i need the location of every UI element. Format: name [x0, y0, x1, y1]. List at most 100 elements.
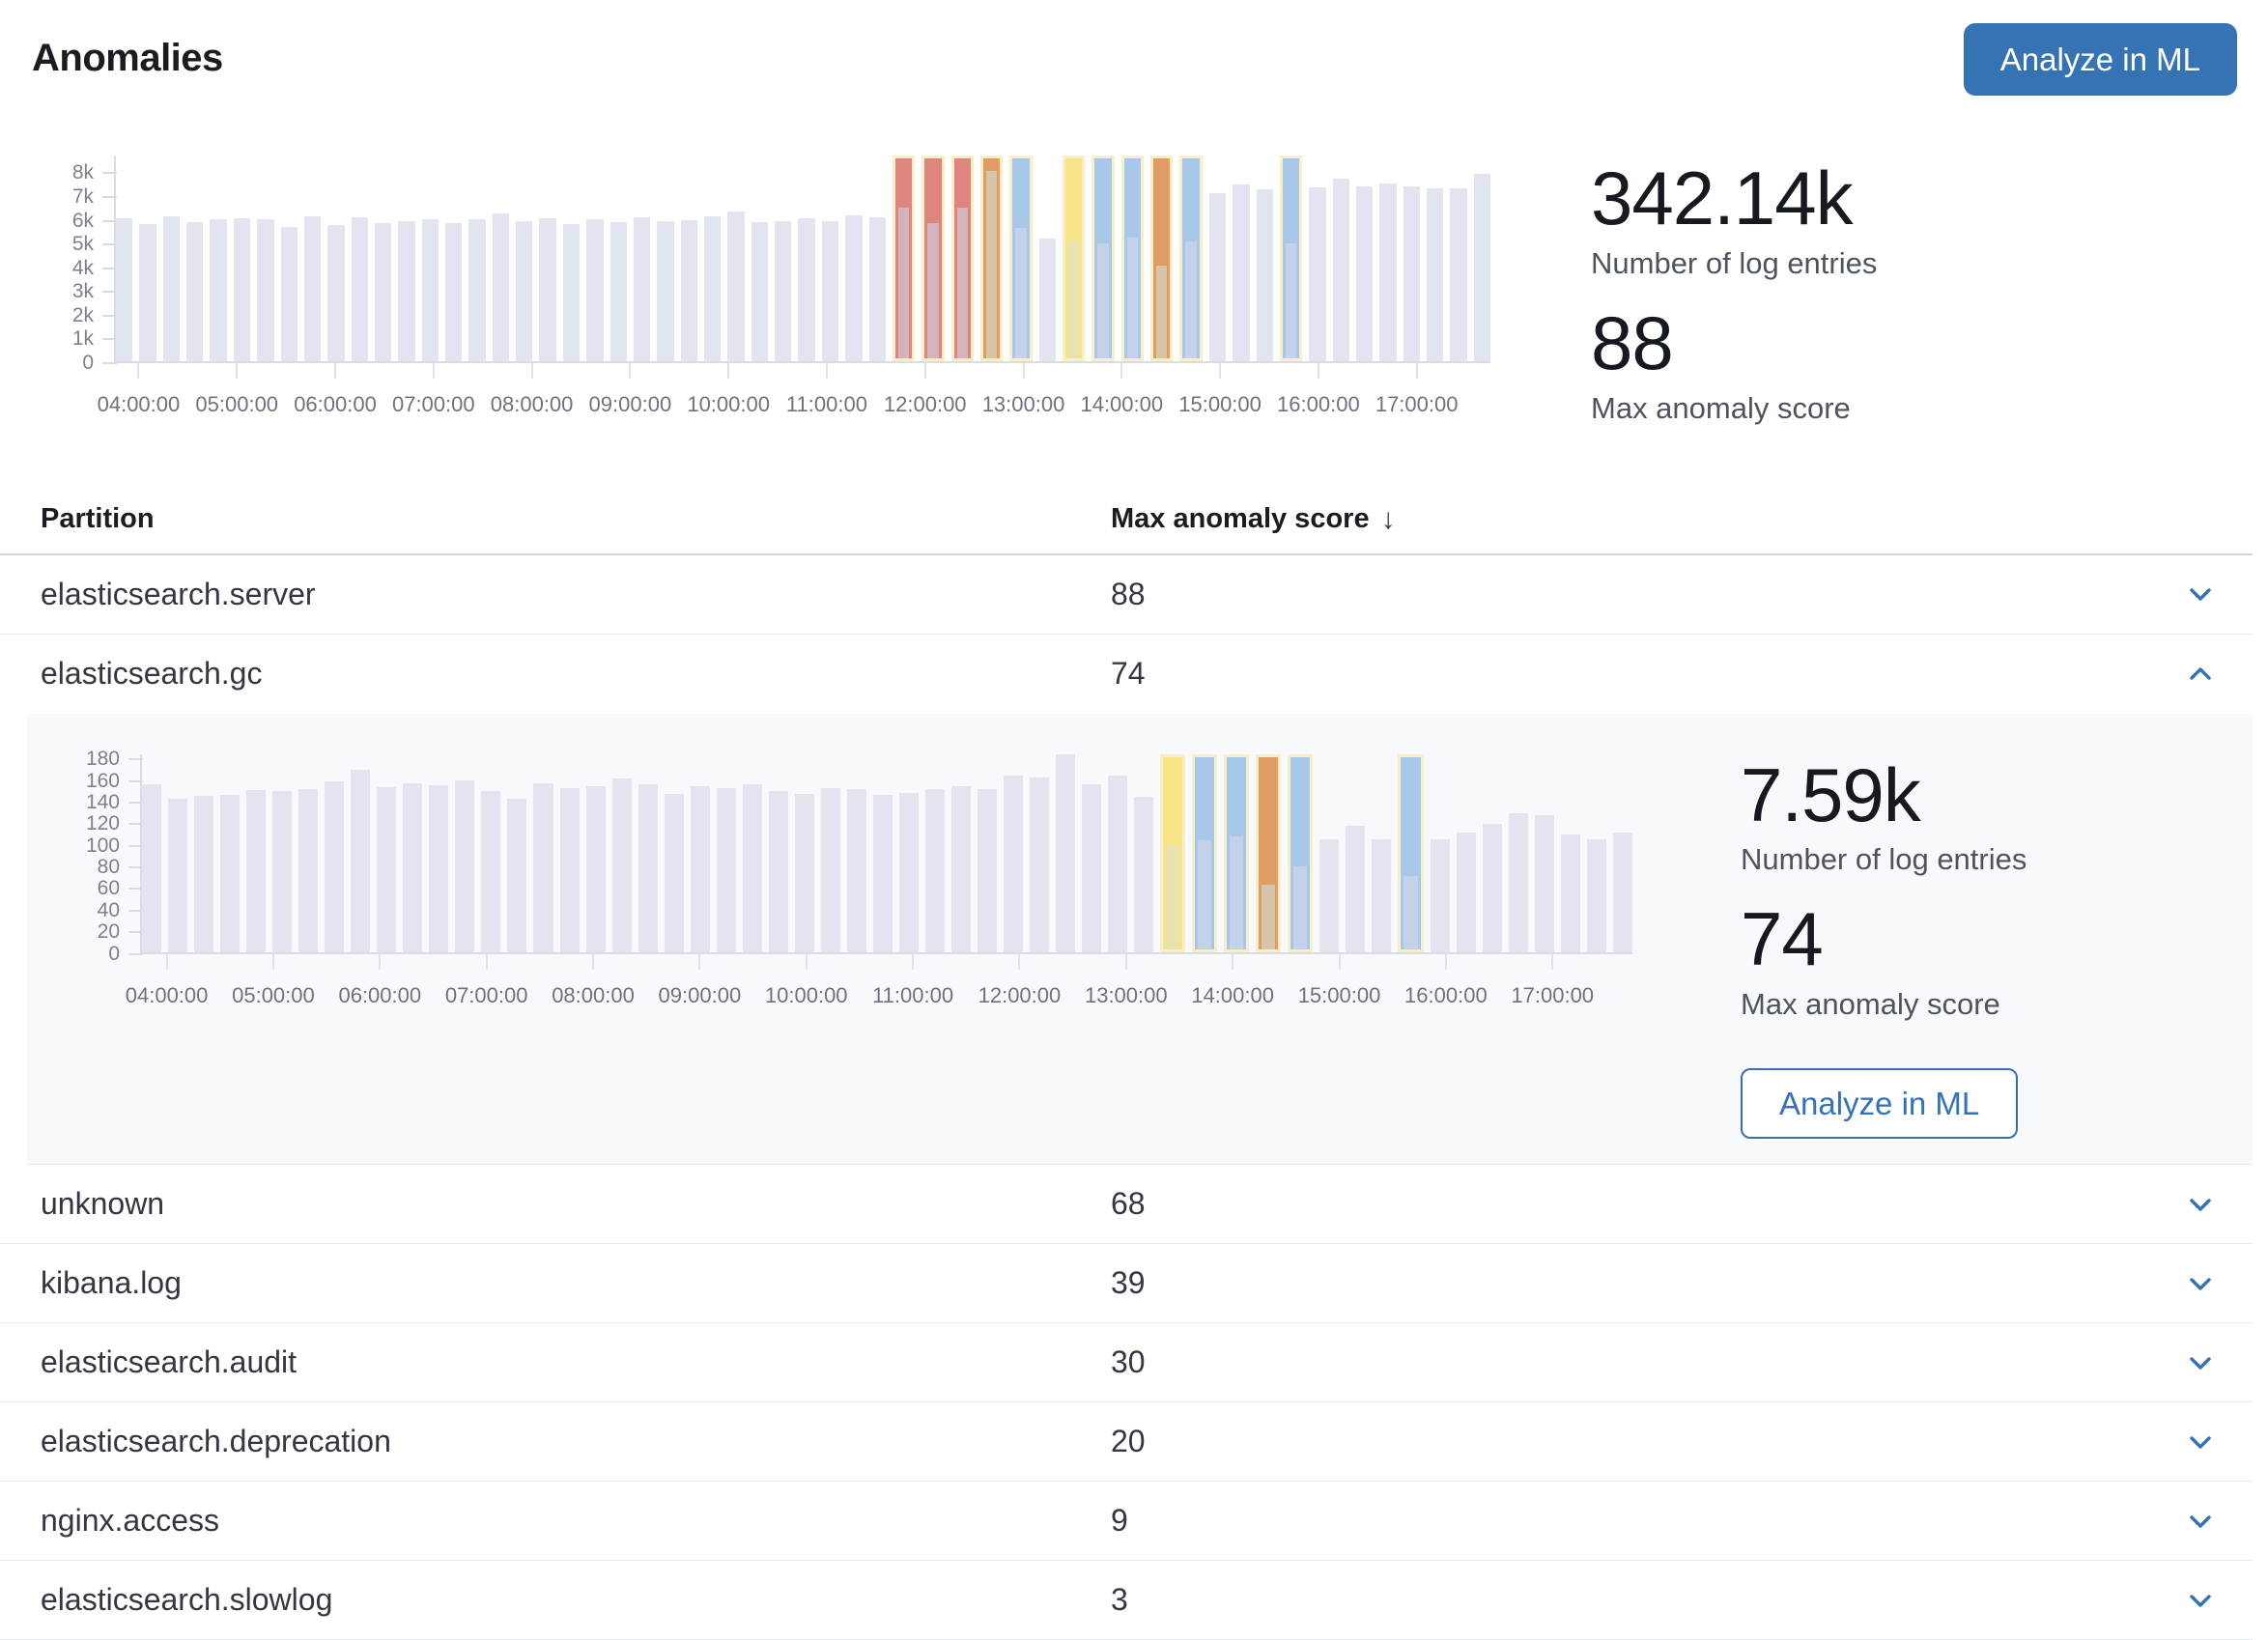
anomaly-bar-orange[interactable]	[1150, 156, 1173, 361]
collapse-row-button[interactable]	[2185, 659, 2216, 690]
histogram-bar	[1309, 156, 1325, 361]
x-tick-label: 10:00:00	[687, 392, 770, 417]
histogram-bar	[1356, 156, 1373, 361]
bar-fill	[634, 217, 650, 361]
expand-row-button[interactable]	[2185, 1506, 2216, 1537]
bar-fill	[1561, 834, 1580, 952]
y-tick-label: 1k	[72, 327, 117, 351]
bar-fill	[899, 793, 919, 952]
anomaly-bar-red[interactable]	[951, 156, 974, 361]
anomaly-bar-blue[interactable]	[1179, 156, 1202, 361]
x-tick	[1339, 954, 1341, 970]
chevron-cell	[2177, 1427, 2253, 1457]
anomaly-bar-blue[interactable]	[1398, 754, 1423, 952]
expand-row-button[interactable]	[2185, 1268, 2216, 1299]
histogram-bar	[468, 156, 485, 361]
bar-fill	[516, 221, 532, 361]
anomaly-bar-yellow[interactable]	[1160, 754, 1185, 952]
bar-fill	[951, 786, 971, 952]
bar-fill	[481, 791, 500, 951]
x-tick	[236, 363, 238, 379]
expand-row-button[interactable]	[2185, 1585, 2216, 1616]
partition-name: elasticsearch.slowlog	[41, 1582, 1111, 1618]
summary-stats: 342.14k Number of log entries 88 Max ano…	[1591, 156, 1877, 447]
x-tick	[1023, 363, 1025, 379]
table-row-unknown[interactable]: unknown68	[0, 1165, 2253, 1244]
table-row-elasticsearch.gc[interactable]: elasticsearch.gc74	[0, 635, 2253, 714]
anomaly-bar-blue[interactable]	[1121, 156, 1144, 361]
anomaly-bar-blue[interactable]	[1009, 156, 1032, 361]
anomaly-bar-blue[interactable]	[1091, 156, 1114, 361]
anomaly-bar-blue[interactable]	[1224, 754, 1249, 952]
anomaly-bar-red[interactable]	[921, 156, 944, 361]
histogram-bar	[1039, 156, 1056, 361]
table-header: Partition Max anomaly score ↓	[0, 503, 2253, 555]
max-anomaly-score-cell: 88	[1111, 577, 2177, 612]
histogram-bar	[304, 156, 321, 361]
x-tick-label: 13:00:00	[982, 392, 1065, 417]
x-tick	[592, 954, 594, 970]
bar-fill	[533, 783, 553, 952]
anomaly-bar-orange[interactable]	[980, 156, 1003, 361]
histogram-bar	[163, 156, 180, 361]
partition-name: elasticsearch.server	[41, 577, 1111, 612]
histogram-bar	[798, 156, 814, 361]
x-tick-label: 12:00:00	[884, 392, 967, 417]
table-row-elasticsearch.server[interactable]: elasticsearch.server88	[0, 555, 2253, 635]
expand-row-button[interactable]	[2185, 1189, 2216, 1220]
anomaly-bar-blue[interactable]	[1288, 754, 1313, 952]
bar-fill	[798, 218, 814, 361]
anomaly-bar-yellow[interactable]	[1063, 156, 1085, 361]
partition-name: elasticsearch.audit	[41, 1344, 1111, 1380]
x-tick	[1125, 954, 1127, 970]
gc-partition-histogram: 18016014012010080604020004:00:0005:00:00…	[58, 754, 1632, 1140]
anomaly-bar-orange[interactable]	[1256, 754, 1281, 952]
expand-row-button[interactable]	[2185, 1427, 2216, 1457]
bar-fill	[1097, 243, 1108, 358]
bar-fill	[751, 222, 768, 361]
table-row-nginx.access[interactable]: nginx.access9	[0, 1482, 2253, 1561]
expand-row-button[interactable]	[2185, 1347, 2216, 1378]
x-tick	[379, 954, 381, 970]
table-row-elasticsearch.deprecation[interactable]: elasticsearch.deprecation20	[0, 1402, 2253, 1482]
histogram-bar	[795, 754, 814, 952]
histogram-bar	[634, 156, 650, 361]
analyze-in-ml-button[interactable]: Analyze in ML	[1964, 23, 2237, 96]
expanded-analyze-in-ml-button[interactable]: Analyze in ML	[1741, 1068, 2018, 1139]
expand-row-button[interactable]	[2185, 579, 2216, 609]
anomaly-bar-blue[interactable]	[1280, 156, 1302, 361]
partition-column-header[interactable]: Partition	[41, 503, 1111, 535]
bar-fill	[978, 789, 997, 951]
histogram-bar	[481, 754, 500, 952]
anomaly-bar-red[interactable]	[893, 156, 915, 361]
expanded-log-entries-label: Number of log entries	[1741, 842, 2027, 877]
x-tick	[1416, 363, 1418, 379]
bar-fill	[1056, 754, 1075, 952]
bar-fill	[429, 785, 448, 952]
partition-name: elasticsearch.gc	[41, 656, 1111, 692]
y-tick-label: 160	[86, 770, 143, 793]
score-column-header[interactable]: Max anomaly score ↓	[1111, 503, 2253, 536]
table-row-elasticsearch.slowlog[interactable]: elasticsearch.slowlog3	[0, 1561, 2253, 1640]
histogram-bar	[1257, 156, 1273, 361]
anomaly-bar-blue[interactable]	[1192, 754, 1217, 952]
chevron-down-icon	[2185, 1506, 2216, 1537]
bar-fill	[560, 788, 580, 952]
table-row-elasticsearch.audit[interactable]: elasticsearch.audit30	[0, 1323, 2253, 1402]
bar-fill	[775, 221, 791, 361]
bar-fill	[1082, 784, 1101, 952]
max-anomaly-score-label: Max anomaly score	[1591, 391, 1877, 426]
histogram-bar	[429, 754, 448, 952]
sort-desc-icon: ↓	[1381, 503, 1396, 536]
y-tick-label: 0	[108, 943, 143, 966]
bar-fill	[377, 787, 396, 952]
histogram-bar	[327, 156, 344, 361]
x-tick-label: 07:00:00	[392, 392, 475, 417]
chevron-down-icon	[2185, 1189, 2216, 1220]
histogram-bar	[1474, 156, 1490, 361]
table-row-kibana.log[interactable]: kibana.log39	[0, 1244, 2253, 1323]
histogram-bar	[869, 156, 886, 361]
bar-fill	[657, 221, 673, 361]
bar-fill	[1457, 833, 1476, 952]
histogram-bar	[845, 156, 862, 361]
